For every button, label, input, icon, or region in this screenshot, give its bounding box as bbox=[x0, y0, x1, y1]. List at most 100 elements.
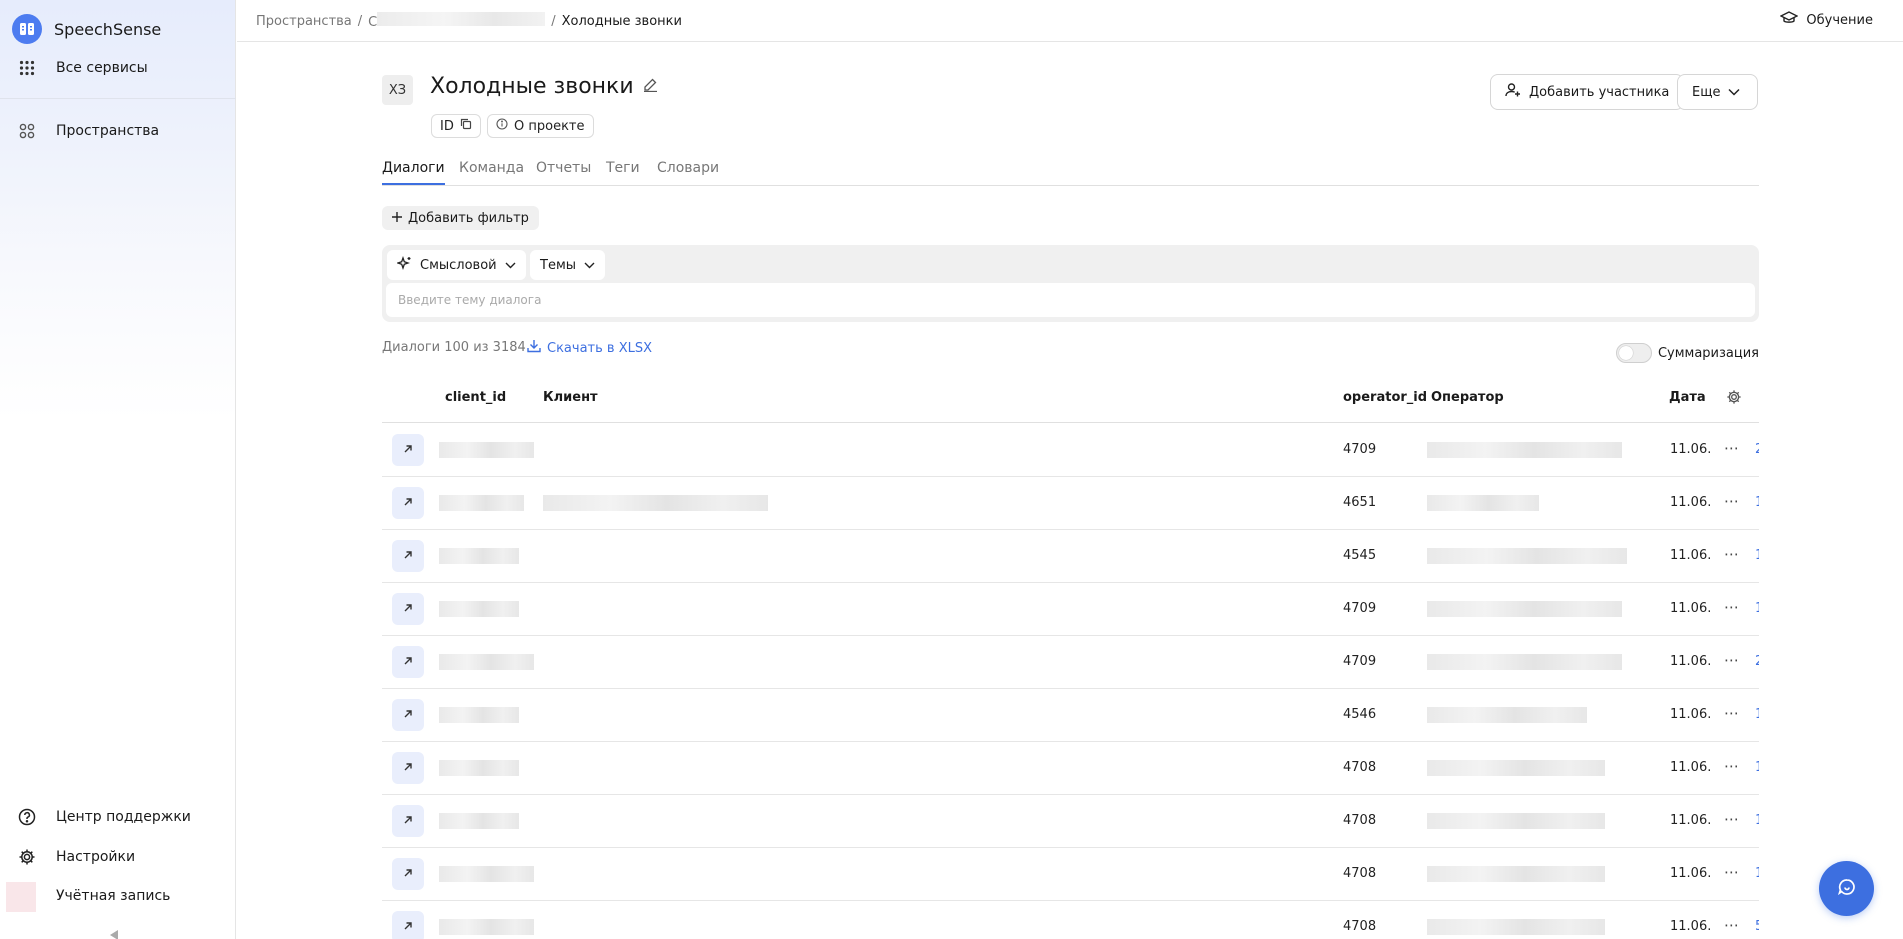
more-dots-icon[interactable]: ⋯ bbox=[1724, 651, 1740, 669]
add-member-label: Добавить участника bbox=[1529, 84, 1670, 100]
topics-label: Темы bbox=[540, 257, 577, 273]
arrow-up-right-icon bbox=[403, 867, 413, 882]
search-mode-select[interactable]: Смысловой bbox=[387, 250, 526, 280]
sidebar-item-label: Настройки bbox=[56, 849, 136, 865]
more-dots-icon[interactable]: ⋯ bbox=[1724, 863, 1740, 881]
date-cell: 11.06.2 bbox=[1670, 707, 1712, 722]
truncated-cell: 1 bbox=[1755, 495, 1759, 510]
chevron-down-icon bbox=[505, 258, 516, 273]
date-cell: 11.06.2 bbox=[1670, 919, 1712, 934]
open-dialog-button[interactable] bbox=[392, 752, 424, 784]
download-xlsx-link[interactable]: Скачать в XLSX bbox=[527, 339, 652, 357]
tab-dictionaries[interactable]: Словари bbox=[657, 160, 719, 176]
more-dropdown-button[interactable]: Еще bbox=[1677, 74, 1758, 110]
project-id-chip[interactable]: ID bbox=[431, 114, 481, 138]
sidebar-item-spaces[interactable]: Пространства bbox=[18, 122, 159, 140]
column-operator-id[interactable]: operator_id bbox=[1343, 390, 1427, 405]
brand-logo[interactable]: SpeechSense bbox=[12, 14, 161, 44]
open-dialog-button[interactable] bbox=[392, 699, 424, 731]
tab-tags[interactable]: Теги bbox=[606, 160, 640, 176]
open-dialog-button[interactable] bbox=[392, 911, 424, 939]
add-filter-button[interactable]: Добавить фильтр bbox=[382, 206, 539, 230]
graduation-cap-icon bbox=[1779, 11, 1799, 29]
open-dialog-button[interactable] bbox=[392, 858, 424, 890]
tab-dialogs[interactable]: Диалоги bbox=[382, 160, 445, 185]
table-row[interactable]: 4708 11.06.2 ⋯ 5 bbox=[382, 901, 1759, 939]
more-dots-icon[interactable]: ⋯ bbox=[1724, 598, 1740, 616]
topic-search-input[interactable] bbox=[386, 283, 1755, 317]
column-date[interactable]: Дата н bbox=[1669, 390, 1711, 405]
more-dots-icon[interactable]: ⋯ bbox=[1724, 439, 1740, 457]
sidebar-item-support[interactable]: Центр поддержки bbox=[18, 808, 191, 826]
arrow-up-right-icon bbox=[403, 443, 413, 458]
column-client-id[interactable]: client_id bbox=[445, 390, 506, 405]
open-dialog-button[interactable] bbox=[392, 487, 424, 519]
download-icon bbox=[527, 339, 541, 357]
table-row[interactable]: 4651 11.06.2 ⋯ 1 bbox=[382, 477, 1759, 530]
table-row[interactable]: 4708 11.06.2 ⋯ 1 bbox=[382, 742, 1759, 795]
operator-id-cell: 4545 bbox=[1343, 548, 1377, 563]
tab-team[interactable]: Команда bbox=[459, 160, 524, 176]
table-header: client_id Клиент operator_id Оператор Да… bbox=[382, 377, 1759, 423]
column-operator[interactable]: Оператор bbox=[1431, 390, 1504, 405]
breadcrumb-root[interactable]: Пространства bbox=[256, 14, 352, 29]
open-dialog-button[interactable] bbox=[392, 646, 424, 678]
grid-dots-icon bbox=[18, 59, 36, 77]
date-cell: 11.06.2 bbox=[1670, 866, 1712, 881]
open-dialog-button[interactable] bbox=[392, 434, 424, 466]
dialogs-count: Диалоги 100 из 3184 bbox=[382, 340, 526, 355]
arrow-up-right-icon bbox=[403, 920, 413, 935]
about-project-chip[interactable]: О проекте bbox=[487, 114, 594, 138]
sparkle-icon bbox=[396, 255, 412, 275]
column-client[interactable]: Клиент bbox=[543, 390, 598, 405]
project-badge: ХЗ bbox=[382, 75, 413, 105]
help-circle-icon bbox=[18, 808, 36, 826]
breadcrumb-space[interactable]: С bbox=[368, 12, 546, 30]
toggle-switch[interactable] bbox=[1615, 343, 1652, 363]
date-cell: 11.06.2 bbox=[1670, 548, 1712, 563]
truncated-cell: 1 bbox=[1755, 760, 1759, 775]
truncated-cell: 2 bbox=[1755, 442, 1759, 457]
pencil-icon[interactable] bbox=[643, 77, 658, 96]
table-row[interactable]: 4708 11.06.2 ⋯ 1 bbox=[382, 848, 1759, 901]
copy-icon bbox=[460, 118, 472, 134]
truncated-cell: 1 bbox=[1755, 707, 1759, 722]
add-member-button[interactable]: Добавить участника bbox=[1490, 74, 1685, 110]
support-chat-button[interactable] bbox=[1819, 861, 1874, 916]
more-dots-icon[interactable]: ⋯ bbox=[1724, 492, 1740, 510]
sidebar: SpeechSense Все сервисы Пространства Цен… bbox=[0, 0, 236, 939]
open-dialog-button[interactable] bbox=[392, 593, 424, 625]
operator-id-cell: 4708 bbox=[1343, 919, 1377, 934]
more-dots-icon[interactable]: ⋯ bbox=[1724, 545, 1740, 563]
table-row[interactable]: 4708 11.06.2 ⋯ 1 bbox=[382, 795, 1759, 848]
chevron-down-icon bbox=[584, 258, 595, 273]
more-dots-icon[interactable]: ⋯ bbox=[1724, 704, 1740, 722]
more-dots-icon[interactable]: ⋯ bbox=[1724, 810, 1740, 828]
gear-icon[interactable] bbox=[1726, 389, 1742, 409]
avatar[interactable] bbox=[6, 882, 36, 912]
table-row[interactable]: 4709 11.06.2 ⋯ 2 bbox=[382, 636, 1759, 689]
sidebar-item-all-services[interactable]: Все сервисы bbox=[18, 59, 148, 77]
more-dots-icon[interactable]: ⋯ bbox=[1724, 916, 1740, 934]
chat-icon bbox=[1837, 877, 1857, 901]
summarization-toggle[interactable]: Суммаризация bbox=[1615, 343, 1759, 363]
operator-id-cell: 4709 bbox=[1343, 601, 1377, 616]
table-row[interactable]: 4709 11.06.2 ⋯ 1 bbox=[382, 583, 1759, 636]
tab-reports[interactable]: Отчеты bbox=[536, 160, 591, 176]
learning-link[interactable]: Обучение bbox=[1779, 11, 1873, 29]
redacted-client-id bbox=[439, 442, 534, 458]
more-dots-icon[interactable]: ⋯ bbox=[1724, 757, 1740, 775]
sidebar-item-settings[interactable]: Настройки bbox=[18, 848, 135, 866]
arrow-up-right-icon bbox=[403, 708, 413, 723]
sidebar-item-account[interactable]: Учётная запись bbox=[56, 888, 170, 904]
table-row[interactable]: 4546 11.06.2 ⋯ 1 bbox=[382, 689, 1759, 742]
collapse-sidebar-icon[interactable] bbox=[110, 930, 118, 939]
table-row[interactable]: 4545 11.06.2 ⋯ 1 bbox=[382, 530, 1759, 583]
topics-select[interactable]: Темы bbox=[530, 250, 606, 280]
redacted-client-id bbox=[439, 919, 534, 935]
table-row[interactable]: 4709 11.06.2 ⋯ 2 bbox=[382, 424, 1759, 477]
open-dialog-button[interactable] bbox=[392, 540, 424, 572]
spaces-icon bbox=[18, 122, 36, 140]
open-dialog-button[interactable] bbox=[392, 805, 424, 837]
dialogs-table: client_id Клиент operator_id Оператор Да… bbox=[382, 377, 1759, 939]
